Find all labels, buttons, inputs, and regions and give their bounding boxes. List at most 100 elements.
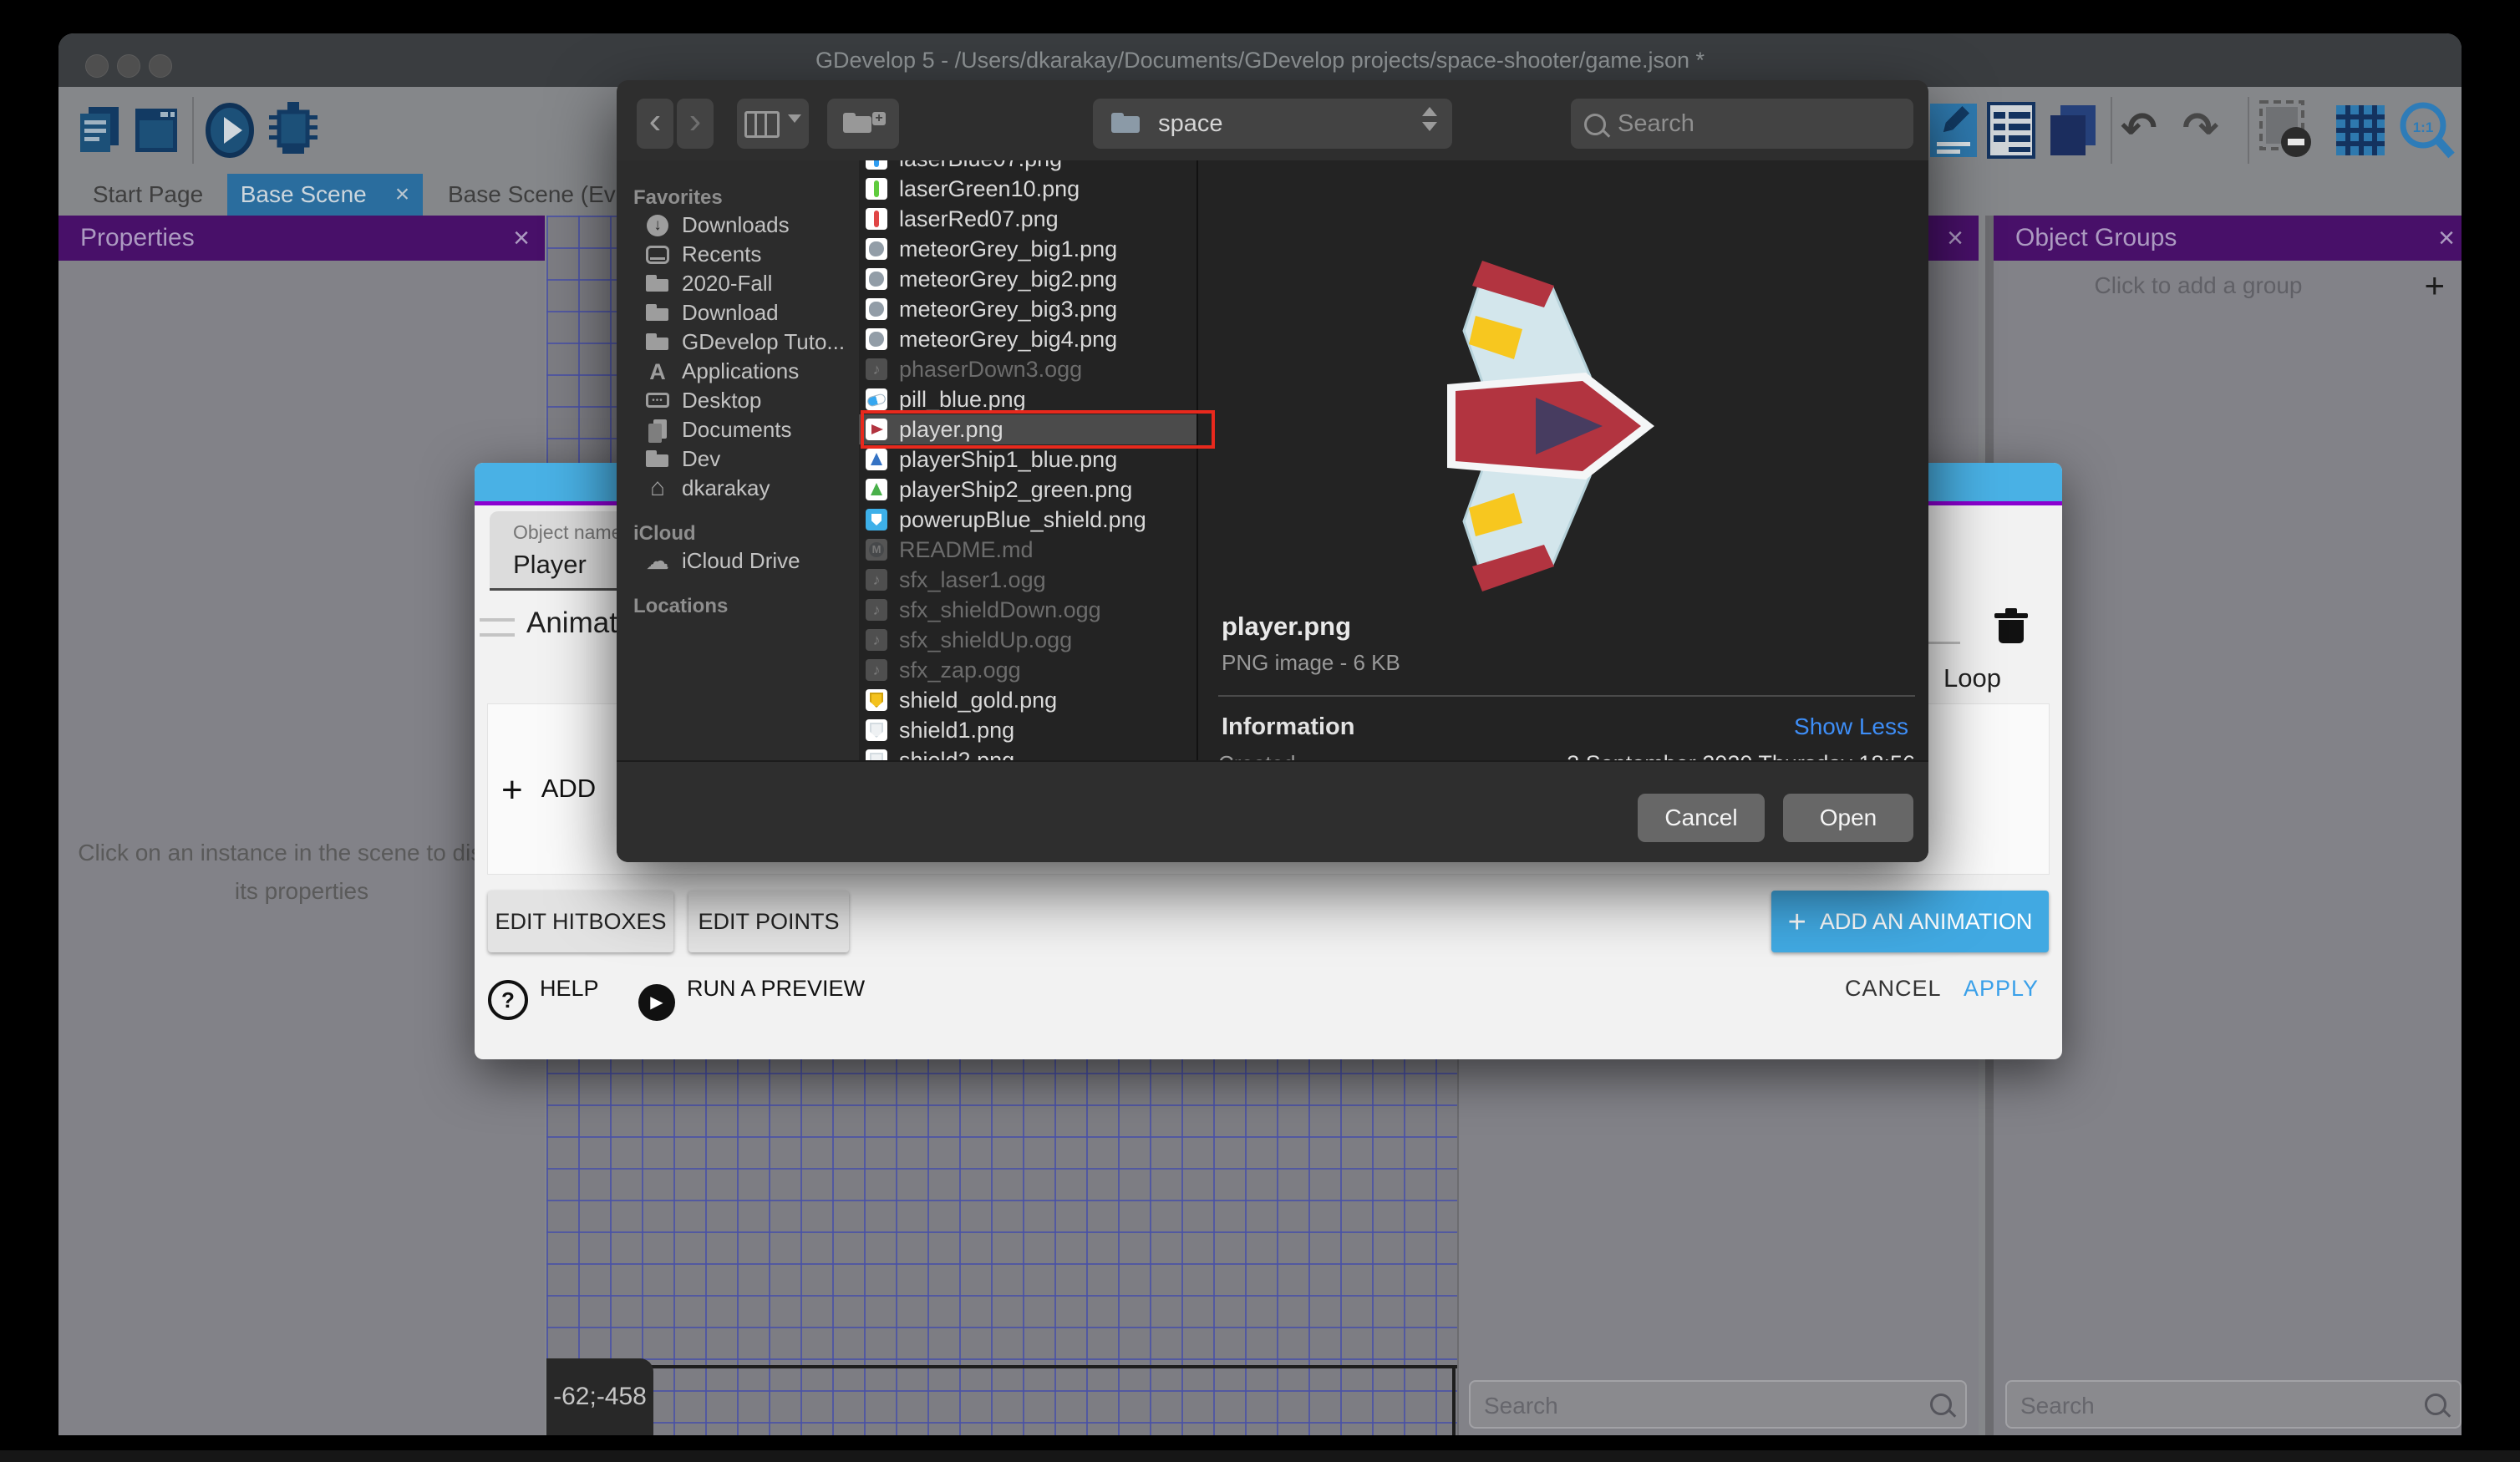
add-group-hint[interactable]: Click to add a group: [1994, 269, 2403, 302]
events-list-icon[interactable]: [1987, 100, 2035, 160]
project-manager-icon[interactable]: [77, 100, 124, 160]
properties-title: Properties: [80, 224, 195, 251]
add-frame-button[interactable]: +ADD: [501, 769, 596, 811]
file-type-icon: [866, 599, 887, 621]
file-row[interactable]: playerShip2_green.png: [859, 475, 1196, 505]
picker-sidebar: Favorites Downloads Recents 2020-Fall Do…: [617, 160, 859, 760]
edit-points-button[interactable]: EDIT POINTS: [688, 891, 849, 952]
show-less-link[interactable]: Show Less: [1794, 713, 1908, 740]
file-row[interactable]: laserRed07.png: [859, 204, 1196, 234]
file-row[interactable]: sfx_zap.ogg: [859, 655, 1196, 685]
close-icon[interactable]: ×: [1947, 216, 1964, 261]
file-row[interactable]: sfx_shieldUp.ogg: [859, 625, 1196, 655]
sidebar-item-icon: [645, 447, 670, 472]
close-icon[interactable]: ×: [513, 216, 530, 261]
sidebar-item[interactable]: Applications: [633, 357, 859, 386]
file-row[interactable]: powerupBlue_shield.png: [859, 505, 1196, 535]
file-row[interactable]: meteorGrey_big2.png: [859, 264, 1196, 294]
run-preview-button[interactable]: ▶RUN A PREVIEW: [638, 976, 865, 1023]
tab-base-scene[interactable]: Base Scene×: [227, 174, 423, 216]
object-groups-search-input[interactable]: Search: [2005, 1380, 2462, 1429]
layers-icon[interactable]: [2047, 100, 2099, 160]
scene-window-icon[interactable]: [132, 100, 180, 160]
sidebar-item-icon: [645, 418, 670, 443]
scene-border-line: [546, 1365, 1512, 1368]
cancel-button[interactable]: CANCEL: [1845, 976, 1942, 1002]
sidebar-item[interactable]: GDevelop Tuto...: [633, 327, 859, 357]
redo-icon[interactable]: ↷: [2182, 99, 2219, 159]
divider: [1218, 695, 1915, 697]
file-list: laserBlue07.png laserGreen10.png laserRe…: [859, 160, 1196, 760]
delete-animation-icon[interactable]: [1997, 608, 2025, 642]
properties-panel-header: Properties ×: [58, 216, 545, 261]
drag-handle-icon[interactable]: [480, 618, 515, 637]
sidebar-item[interactable]: Favorites: [633, 185, 859, 211]
tab-start-page[interactable]: Start Page: [70, 174, 226, 216]
file-type-icon: [866, 358, 887, 380]
help-button[interactable]: ?HELP: [488, 976, 599, 1023]
forward-button[interactable]: ›: [677, 99, 714, 149]
sidebar-item-icon: [645, 213, 670, 238]
undo-icon[interactable]: ↶: [2121, 99, 2157, 159]
picker-open-button[interactable]: Open: [1783, 794, 1913, 842]
picker-content: Favorites Downloads Recents 2020-Fall Do…: [617, 160, 1928, 760]
file-row[interactable]: shield1.png: [859, 715, 1196, 745]
sidebar-item[interactable]: dkarakay: [633, 474, 859, 503]
file-type-icon: [866, 238, 887, 260]
zoom-1-1-icon[interactable]: 1:1: [2398, 99, 2456, 162]
sidebar-item[interactable]: Documents: [633, 415, 859, 444]
sidebar-item[interactable]: iCloud Drive: [633, 546, 859, 576]
file-row[interactable]: laserGreen10.png: [859, 174, 1196, 204]
sidebar-item-icon: [645, 476, 670, 501]
file-row[interactable]: meteorGrey_big3.png: [859, 294, 1196, 324]
sidebar-item[interactable]: Downloads: [633, 211, 859, 240]
file-row[interactable]: shield2.png: [859, 745, 1196, 760]
add-animation-button[interactable]: +ADD AN ANIMATION: [1771, 891, 2049, 952]
picker-cancel-button[interactable]: Cancel: [1638, 794, 1765, 842]
dropdown-carets-icon: [1422, 107, 1437, 131]
file-row[interactable]: meteorGrey_big1.png: [859, 234, 1196, 264]
file-type-icon: [866, 449, 887, 470]
search-icon: [2425, 1393, 2446, 1415]
sidebar-item[interactable]: Recents: [633, 240, 859, 269]
view-mode-button[interactable]: [737, 99, 809, 149]
help-icon: ?: [488, 980, 528, 1020]
sidebar-item[interactable]: Dev: [633, 444, 859, 474]
sidebar-item[interactable]: Locations: [633, 594, 859, 619]
file-row[interactable]: meteorGrey_big4.png: [859, 324, 1196, 354]
picker-search-input[interactable]: Search: [1571, 99, 1913, 149]
sidebar-item[interactable]: 2020-Fall: [633, 269, 859, 298]
preview-pane: player.png PNG image - 6 KB Information …: [1198, 160, 1928, 760]
folder-dropdown[interactable]: space: [1093, 99, 1452, 149]
loop-label: Loop: [1943, 663, 2001, 693]
sidebar-item-icon: [645, 272, 670, 297]
debug-bug-icon[interactable]: [267, 99, 319, 162]
sidebar-item[interactable]: iCloud: [633, 521, 859, 546]
grid-icon[interactable]: [2336, 100, 2385, 160]
objects-search-input[interactable]: Search: [1469, 1380, 1967, 1429]
file-row[interactable]: shield_gold.png: [859, 685, 1196, 715]
back-button[interactable]: ‹: [637, 99, 673, 149]
apply-button[interactable]: APPLY: [1964, 976, 2039, 1002]
sidebar-item[interactable]: Desktop: [633, 386, 859, 415]
file-row[interactable]: sfx_shieldDown.ogg: [859, 595, 1196, 625]
close-icon[interactable]: ×: [2438, 216, 2455, 261]
edit-hitboxes-button[interactable]: EDIT HITBOXES: [488, 891, 673, 952]
file-row[interactable]: README.md: [859, 535, 1196, 565]
file-row[interactable]: playerShip1_blue.png: [859, 444, 1196, 475]
tab-close-icon[interactable]: ×: [395, 180, 410, 208]
file-type-icon: [866, 388, 887, 410]
file-row[interactable]: phaserDown3.ogg: [859, 354, 1196, 384]
object-groups-header: Object Groups ×: [1994, 216, 2462, 261]
new-folder-button[interactable]: +: [827, 99, 899, 149]
file-row[interactable]: sfx_laser1.ogg: [859, 565, 1196, 595]
file-row[interactable]: laserBlue07.png: [859, 160, 1196, 174]
play-preview-icon[interactable]: [206, 99, 254, 162]
preview-filename: player.png: [1222, 612, 1351, 642]
sidebar-item[interactable]: Download: [633, 298, 859, 327]
toolbar-separator: [192, 97, 194, 164]
preview-file-meta: PNG image - 6 KB: [1222, 650, 1400, 676]
add-group-button[interactable]: +: [2424, 269, 2445, 302]
edit-scene-icon[interactable]: [1930, 100, 1977, 160]
mask-icon[interactable]: [2259, 100, 2313, 160]
